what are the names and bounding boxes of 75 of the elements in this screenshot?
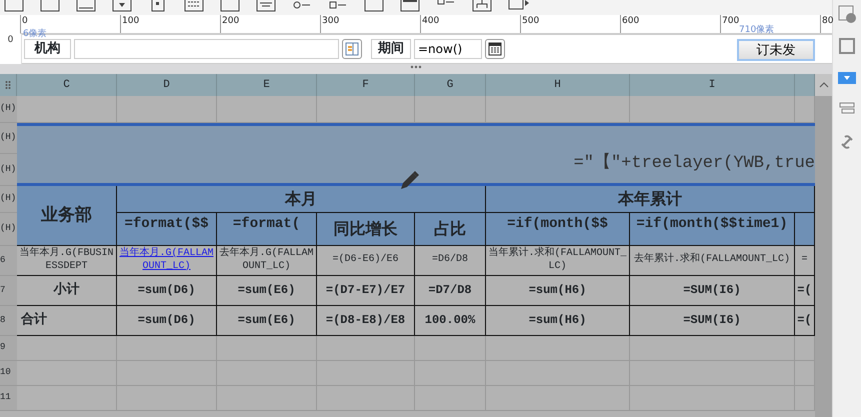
table-cell: 当年累计.求和(FALLAMOUNT_LC) — [486, 246, 630, 276]
table-cell: 去年累计.求和(FALLAMOUNT_LC) — [630, 246, 795, 276]
table-cell: 100.00% — [415, 306, 486, 336]
ruler-label: 500 — [520, 15, 540, 33]
table-cell: =sum(H6) — [486, 276, 630, 306]
table-cell — [415, 386, 486, 411]
ruler-label: 100 — [120, 15, 140, 33]
header-cell: 同比增长 — [317, 213, 415, 246]
table-cell: =(D7-E7)/E7 — [317, 276, 415, 306]
column-header[interactable]: C — [17, 74, 117, 96]
row-header[interactable]: (H) — [0, 96, 17, 123]
ruler-label: 400 — [420, 15, 440, 33]
row-header[interactable]: 10 — [0, 361, 17, 386]
column-header[interactable]: F — [317, 74, 415, 96]
table-cell: 合计 — [17, 306, 117, 336]
column-header[interactable]: H — [486, 74, 630, 96]
table-cell: 当年本月.G(FBUSINESSDEPT — [17, 246, 117, 276]
ruler-label: 700 — [720, 15, 740, 33]
picker-button[interactable] — [342, 39, 362, 59]
size-hint: 710像素 — [739, 26, 774, 35]
table-cell: =sum(H6) — [486, 306, 630, 336]
table-cell: =sum(D6) — [117, 306, 217, 336]
grip-dots-icon — [410, 64, 422, 69]
column-header[interactable]: I — [630, 74, 795, 96]
table-cell: =SUM(I6) — [630, 306, 795, 336]
table-cell: =(D8-E8)/E8 — [317, 306, 415, 336]
link-cell[interactable]: 当年本月.G(FALLAMOUNT_LC) — [117, 246, 217, 276]
row-header[interactable]: 8 — [0, 306, 17, 336]
table-cell: =D6/D8 — [415, 246, 486, 276]
submit-button[interactable]: 订未发 — [737, 39, 815, 61]
column-header[interactable]: E — [217, 74, 317, 96]
column-header[interactable]: G — [415, 74, 486, 96]
table-cell: =sum(E6) — [217, 306, 317, 336]
scroll-up-button[interactable] — [815, 74, 832, 96]
table-cell: 小计 — [17, 276, 117, 306]
row-header[interactable]: 6 — [0, 246, 17, 276]
label-text: 机构 — [34, 40, 60, 58]
table-cell: =D7/D8 — [415, 276, 486, 306]
size-hint: 6像素 — [23, 30, 47, 39]
table-cell: =sum(E6) — [217, 276, 317, 306]
ruler-label: 600 — [620, 15, 640, 33]
period-input-field[interactable]: =now() — [414, 39, 482, 59]
column-header[interactable]: D — [117, 74, 217, 96]
formula-text: =″【″+treelayer(YWB,true — [574, 152, 815, 175]
table-cell — [415, 361, 486, 386]
pencil-icon[interactable] — [398, 170, 420, 192]
row-header[interactable]: (H) — [0, 123, 17, 154]
row-header[interactable]: (H) — [0, 213, 17, 246]
header-cell: 业务部 — [17, 186, 117, 246]
caret-up-icon — [818, 82, 828, 88]
row-header[interactable]: 11 — [0, 386, 17, 411]
table-cell: =SUM(I6) — [630, 276, 795, 306]
row-header[interactable]: 7 — [0, 276, 17, 306]
table-cell — [415, 336, 486, 361]
ruler-label: 0 — [0, 34, 22, 64]
row-header[interactable]: (H) — [0, 186, 17, 213]
ruler-label: 200 — [220, 15, 240, 33]
header-cell — [795, 213, 815, 246]
row-header[interactable]: 9 — [0, 336, 17, 361]
org-input-field[interactable] — [74, 39, 339, 59]
header-cell: =format($$ — [117, 213, 217, 246]
table-cell: 去年本月.G(FALLAMOUNT_LC) — [217, 246, 317, 276]
header-cell: 占比 — [415, 213, 486, 246]
header-cell: =format( — [217, 213, 317, 246]
header-cell: =if(month($$time1) — [630, 213, 795, 246]
header-cell: 本年累计 — [486, 186, 815, 213]
ruler-label: 300 — [320, 15, 340, 33]
table-cell: =(D6-E6)/E6 — [317, 246, 415, 276]
table-cell: =sum(D6) — [117, 276, 217, 306]
header-cell: =if(month($$ — [486, 213, 630, 246]
row-header[interactable]: (H) — [0, 154, 17, 186]
header-cell: 本月 — [117, 186, 486, 213]
grip-icon — [6, 81, 10, 89]
field-label: 期间 — [371, 39, 411, 59]
calendar-button[interactable] — [485, 39, 505, 59]
